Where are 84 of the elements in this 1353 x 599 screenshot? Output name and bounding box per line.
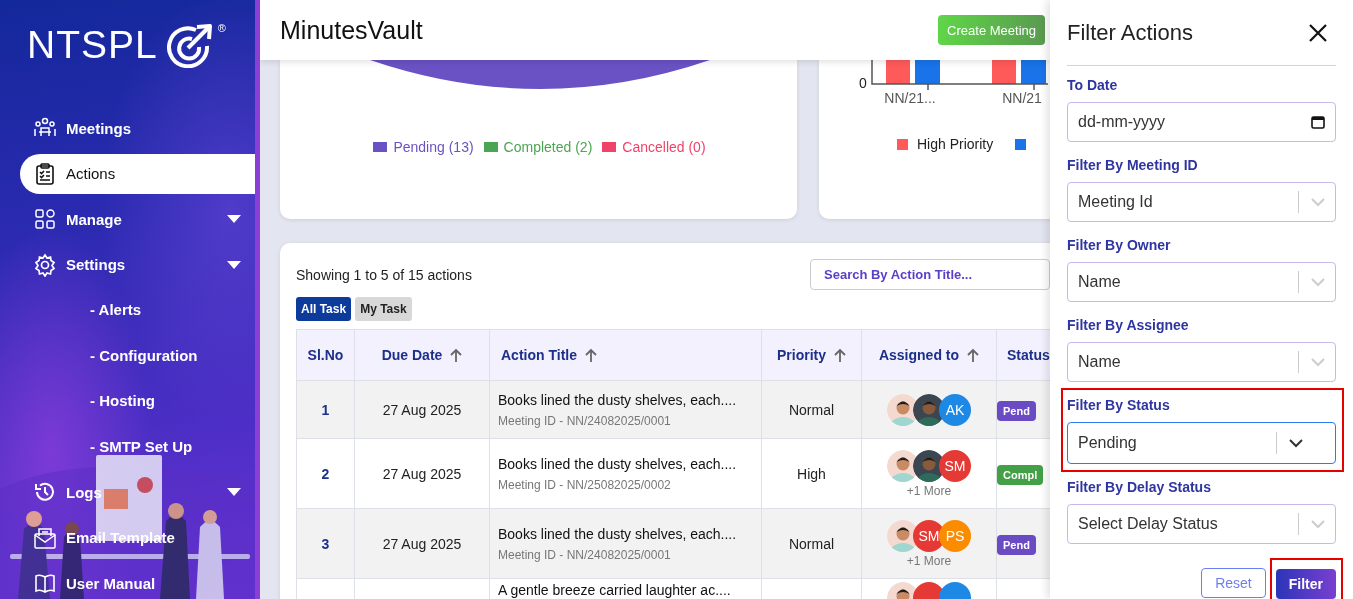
avatar: PS (939, 519, 971, 552)
target-arrow-icon (165, 24, 214, 68)
table-cell: 1 (296, 380, 355, 439)
nav-item[interactable]: User Manual (20, 563, 255, 599)
nav-subitem[interactable]: - SMTP Set Up (20, 426, 255, 467)
caret-icon (227, 488, 241, 496)
sort-arrow-icon[interactable] (967, 348, 980, 362)
field-label: Filter By Delay Status (1067, 478, 1212, 496)
column-header: Status (996, 329, 1050, 381)
column-header[interactable]: Priority (761, 329, 862, 381)
legend-label: Pending (13) (393, 139, 474, 155)
panel-title: Filter Actions (1067, 19, 1193, 46)
column-header[interactable]: Due Date (354, 329, 490, 381)
field-label: Filter By Meeting ID (1067, 156, 1199, 174)
registered-mark: ® (217, 22, 226, 34)
status-badge: Pend (997, 400, 1036, 421)
action-title[interactable]: Books lined the dusty shelves, each.... (498, 391, 761, 408)
axis-tick-label: NN/21 (1001, 90, 1043, 106)
select-field[interactable]: Name (1067, 342, 1336, 382)
avatar: SM (939, 449, 971, 482)
select-field[interactable]: Name (1067, 262, 1336, 302)
chevron-down-icon[interactable] (1289, 438, 1303, 448)
date-field[interactable]: dd-mm-yyyy (1067, 102, 1336, 142)
table-cell: Normal (761, 380, 862, 439)
legend-label: High Priority (917, 136, 994, 152)
filter-button[interactable]: Filter (1275, 569, 1336, 599)
axis-tick-label: NN/21... (883, 90, 937, 106)
table-cell: 27 Aug 2025 (354, 508, 490, 579)
legend-label: Completed (2) (503, 139, 593, 155)
logo-text: NTSPL (27, 22, 158, 68)
nav-item[interactable]: Manage (20, 199, 255, 239)
settings-icon (33, 252, 57, 277)
sort-arrow-icon[interactable] (450, 348, 463, 362)
nav-item[interactable]: Settings (20, 244, 255, 285)
field-label: Filter By Assignee (1067, 316, 1190, 334)
nav-subitem[interactable]: - Configuration (20, 335, 255, 376)
caret-icon (227, 260, 241, 269)
select-field[interactable]: Select Delay Status (1067, 504, 1336, 544)
action-title[interactable]: Books lined the dusty shelves, each.... (498, 455, 761, 472)
nav-item[interactable]: Actions (20, 153, 255, 194)
nav-subitem[interactable]: - Alerts (20, 290, 255, 330)
search-field[interactable]: Search By Action Title... (810, 259, 1050, 290)
tab[interactable]: All Task (296, 297, 352, 321)
table-cell: 2 (296, 438, 355, 509)
book-icon (33, 571, 57, 595)
results-summary: Showing 1 to 5 of 15 actions (296, 266, 472, 283)
meeting-id: Meeting ID - NN/24082025/0001 (498, 413, 672, 428)
avatar: AK (939, 393, 971, 426)
nav-item[interactable]: Meetings (20, 108, 255, 148)
meeting-id: Meeting ID - NN/25082025/0002 (498, 477, 672, 492)
more-link[interactable]: +1 More (862, 483, 996, 498)
close-icon[interactable] (1309, 23, 1327, 42)
legend-label: Cancelled (0) (622, 139, 706, 155)
app-title: MinutesVault (280, 15, 423, 45)
more-link[interactable]: +1 More (862, 553, 996, 568)
field-label: Filter By Owner (1067, 236, 1172, 254)
field-label: Filter By Status (1067, 396, 1171, 414)
select-field[interactable]: Meeting Id (1067, 182, 1336, 222)
table-cell: 3 (296, 508, 355, 579)
history-icon (33, 480, 57, 504)
status-badge: Pend (997, 534, 1036, 555)
select-field[interactable]: Pending (1067, 422, 1336, 464)
reset-button[interactable]: Reset (1201, 568, 1266, 598)
axis-tick-label: 0 (859, 76, 867, 90)
clipboard-icon (33, 161, 57, 186)
table-cell: 27 Aug 2025 (354, 438, 490, 509)
column-header: Sl.No (296, 329, 355, 381)
sort-arrow-icon[interactable] (834, 348, 846, 362)
grid-icon (33, 207, 57, 231)
column-header[interactable]: Assigned to (861, 329, 997, 381)
nav-subitem[interactable]: - Hosting (20, 381, 255, 421)
calendar-icon[interactable] (1311, 115, 1325, 129)
status-badge: Compl (997, 464, 1044, 485)
action-title[interactable]: Books lined the dusty shelves, each.... (498, 525, 761, 542)
table-cell: High (761, 438, 862, 509)
sort-arrow-icon[interactable] (584, 348, 597, 362)
field-label: To Date (1067, 76, 1119, 94)
table-cell: 27 Aug 2025 (354, 380, 490, 439)
meeting-id: Meeting ID - NN/24082025/0001 (498, 547, 672, 562)
table-cell: Normal (761, 508, 862, 579)
column-header[interactable]: Action Title (489, 329, 762, 381)
envelope-icon (33, 525, 57, 550)
tab[interactable]: My Task (355, 297, 412, 321)
caret-icon (227, 215, 241, 223)
